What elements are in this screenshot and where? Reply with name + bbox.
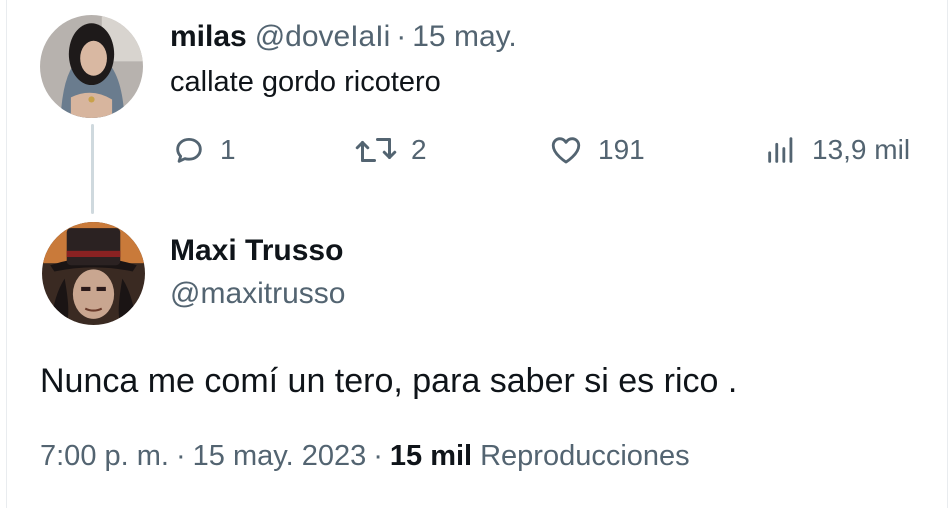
main-tweet-text: Nunca me comí un tero, para saber si es … [40,362,738,400]
reply-header-separator: · [396,20,407,53]
frame-border-left [6,0,7,508]
reply-avatar-image [40,15,143,118]
repost-count: 2 [411,134,427,165]
reply-author-avatar[interactable] [40,15,143,118]
meta-separator: · [175,440,186,472]
reply-author-handle[interactable]: @doveIaIi [255,20,391,54]
main-author-name[interactable]: Maxi Trusso [170,234,343,268]
main-tweet-time[interactable]: 7:00 p. m. [40,440,169,473]
main-tweet-meta: 7:00 p. m. · 15 may. 2023 · 15 mil Repro… [40,440,690,473]
reply-count: 1 [220,134,236,165]
main-tweet-date[interactable]: 15 may. 2023 [193,440,367,473]
heart-icon [548,133,584,167]
repost-arrows-icon [355,133,397,167]
main-author-handle[interactable]: @maxitrusso [170,277,346,311]
like-button[interactable]: 191 [548,133,645,167]
reply-author-name[interactable]: milas [170,20,247,54]
bar-chart-icon [764,133,798,167]
frame-border-right [947,0,948,508]
main-avatar-image [42,222,145,325]
reply-button[interactable]: 1 [172,133,236,167]
meta-separator: · [373,440,383,472]
views-button[interactable]: 13,9 mil [764,133,910,167]
reply-text: callate gordo ricotero [170,66,441,98]
main-views-count: 15 mil [389,440,473,472]
main-author-avatar[interactable] [42,222,145,325]
like-count: 191 [598,134,645,165]
reply-header: milas @doveIaIi · 15 may. [170,20,517,60]
reply-date[interactable]: 15 may. [412,20,517,54]
main-views-label: Reproducciones [480,440,690,472]
speech-bubble-icon [172,133,206,167]
reply-action-bar: 1 2 191 13,9 mil [0,133,950,173]
views-count: 13,9 mil [812,134,911,165]
repost-button[interactable]: 2 [355,133,427,167]
